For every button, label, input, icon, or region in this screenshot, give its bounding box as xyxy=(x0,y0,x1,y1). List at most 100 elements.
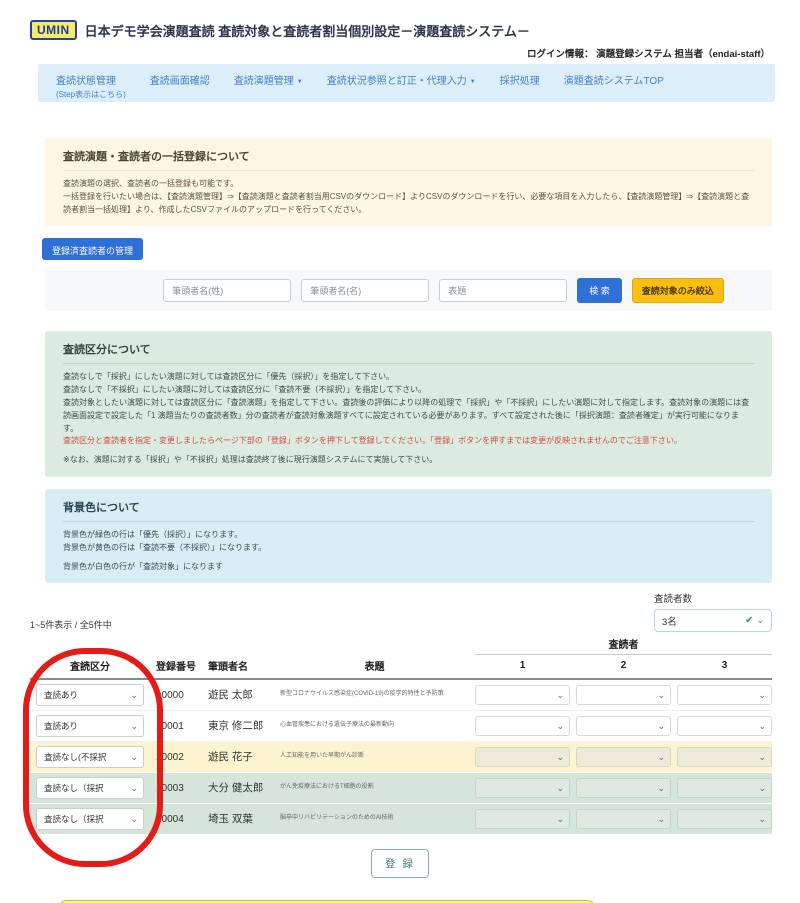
reviewer1-select[interactable]: ⌄ xyxy=(475,685,570,705)
reviewer1-select[interactable]: ⌄ xyxy=(475,716,570,736)
reviewer3-select[interactable]: ⌄ xyxy=(677,747,772,767)
chevron-down-icon: ⌄ xyxy=(130,784,138,793)
nav-item-review-status[interactable]: 査読状態管理 (Step表示はこちら) xyxy=(56,72,126,100)
meta-row: 1~5件表示 / 全5件中 査読者数 3名 ✔ ⌄ xyxy=(30,591,772,632)
topic-title: 心血管疾患における遺伝子療法の最新動向 xyxy=(280,722,469,730)
divider xyxy=(63,521,754,522)
filter-review-targets-button[interactable]: 査読対象のみ絞込 xyxy=(632,278,724,303)
chevron-down-icon: ⌄ xyxy=(556,784,564,793)
manage-registered-reviewers-button[interactable]: 登録済査読者の管理 xyxy=(42,238,143,260)
reviewers-group-header: 査読者 xyxy=(475,636,772,655)
bgcolor-box-title: 背景色について xyxy=(63,499,754,515)
table-header-row: 査読区分 登録番号 筆頭者名 表題 1 2 3 xyxy=(30,654,772,680)
registration-number: 10002 xyxy=(156,752,202,763)
reviewer-count-label: 査読者数 xyxy=(654,591,692,605)
caret-down-icon: ▼ xyxy=(470,79,476,85)
table-row: 査読なし（採択 ⌄ 10003 大分 健太郎 がん免疫療法におけるT細胞の役割 … xyxy=(30,773,772,804)
col-header-reviewer2: 2 xyxy=(576,660,671,671)
search-button[interactable]: 検 索 xyxy=(577,278,622,303)
nav-item-label: 査読状況参照と訂正・代理入力 xyxy=(327,76,467,87)
divider xyxy=(63,363,754,364)
bgcolor-box-line2: 背景色が黄色の行は「査読不要（不採択）」になります。 xyxy=(63,542,754,555)
chevron-down-icon: ⌄ xyxy=(758,722,766,731)
chevron-down-icon: ⌄ xyxy=(657,784,665,793)
col-header-author: 筆頭者名 xyxy=(208,658,274,673)
chevron-down-icon: ⌄ xyxy=(556,753,564,762)
reviewer2-select[interactable]: ⌄ xyxy=(576,809,671,829)
reviewer1-select[interactable]: ⌄ xyxy=(475,778,570,798)
review-category-select[interactable]: 査読なし(不採択 ⌄ xyxy=(36,746,144,768)
review-category-select[interactable]: 査読なし（採択 ⌄ xyxy=(36,808,144,830)
reviewer-count-select[interactable]: 3名 ✔ ⌄ xyxy=(654,609,772,632)
chevron-down-icon: ⌄ xyxy=(758,815,766,824)
first-author-name: 遊民 太郎 xyxy=(208,688,264,702)
nav-item-label: 査読状態管理 xyxy=(56,72,126,87)
pagination-info: 1~5件表示 / 全5件中 xyxy=(30,618,112,632)
nav-item-sublabel[interactable]: (Step表示はこちら) xyxy=(56,89,126,100)
reviewer2-select[interactable]: ⌄ xyxy=(576,716,671,736)
category-box-line3: 査読対象としたい演題に対しては査読区分に「査読演題」を指定して下さい。査読後の評… xyxy=(63,397,754,435)
chevron-down-icon: ⌄ xyxy=(756,616,764,625)
title-search-input[interactable] xyxy=(439,279,567,302)
chevron-down-icon: ⌄ xyxy=(758,691,766,700)
author-last-name-input[interactable] xyxy=(163,279,291,302)
nav-item-review-topic-management[interactable]: 査読演題管理▼ xyxy=(234,72,303,87)
table-row: 査読あり ⌄ 10000 遊民 太郎 新型コロナウイルス感染症(COVID-19… xyxy=(30,680,772,711)
category-box-note: ※なお、演題に対する「採択」や「不採択」処理は査読終了後に現行演題システムにて実… xyxy=(63,454,754,467)
chevron-down-icon: ⌄ xyxy=(657,815,665,824)
reviewer-count-control: 査読者数 3名 ✔ ⌄ xyxy=(654,591,772,632)
category-box-warning: 査読区分と査読者を指定・変更しましたらページ下部の「登録」ボタンを押下して登録し… xyxy=(63,435,754,448)
nav-item-acceptance-processing[interactable]: 採択処理 xyxy=(500,72,540,87)
review-category-value: 査読なし（採択 xyxy=(44,813,104,825)
col-header-number: 登録番号 xyxy=(156,658,202,673)
chevron-down-icon: ⌄ xyxy=(556,691,564,700)
reviewer3-select[interactable]: ⌄ xyxy=(677,778,772,798)
chevron-down-icon: ⌄ xyxy=(758,784,766,793)
review-category-select[interactable]: 査読あり ⌄ xyxy=(36,715,144,737)
review-category-select[interactable]: 査読あり ⌄ xyxy=(36,684,144,706)
registration-number: 10001 xyxy=(156,721,202,732)
register-button[interactable]: 登 録 xyxy=(371,849,429,878)
table-group-header: 査読者 xyxy=(30,636,772,654)
chevron-down-icon: ⌄ xyxy=(556,722,564,731)
col-header-reviewer1: 1 xyxy=(475,660,570,671)
reviewer3-select[interactable]: ⌄ xyxy=(677,685,772,705)
category-box-title: 査読区分について xyxy=(63,341,754,357)
bulk-box-title: 査読演題・査読者の一括登録について xyxy=(63,148,754,164)
header: UMIN 日本デモ学会演題査読 査読対象と査読者割当個別設定－演題査読システム－ xyxy=(0,0,800,40)
reviewer2-select[interactable]: ⌄ xyxy=(576,685,671,705)
review-category-select[interactable]: 査読なし（採択 ⌄ xyxy=(36,777,144,799)
registration-number: 10003 xyxy=(156,783,202,794)
chevron-down-icon: ⌄ xyxy=(130,722,138,731)
reviewer1-select[interactable]: ⌄ xyxy=(475,747,570,767)
chevron-down-icon: ⌄ xyxy=(657,691,665,700)
login-info: ログイン情報： 演題登録システム 担当者（endai-staff） xyxy=(0,40,800,58)
umin-logo: UMIN xyxy=(30,20,77,40)
chevron-down-icon: ⌄ xyxy=(130,691,138,700)
bgcolor-box-line3: 背景色が白色の行が「査読対象」になります xyxy=(63,561,754,574)
first-author-name: 遊民 花子 xyxy=(208,750,264,764)
chevron-down-icon: ⌄ xyxy=(130,815,138,824)
main-nav: 査読状態管理 (Step表示はこちら) 査読画面確認 査読演題管理▼ 査読状況参… xyxy=(38,64,775,102)
reviewer1-select[interactable]: ⌄ xyxy=(475,809,570,829)
reviewer3-select[interactable]: ⌄ xyxy=(677,716,772,736)
topics-table: 査読者 査読区分 登録番号 筆頭者名 表題 1 2 3 査読あり ⌄ 10000… xyxy=(30,636,772,835)
reviewer3-select[interactable]: ⌄ xyxy=(677,809,772,829)
nav-item-review-status-proxy-input[interactable]: 査読状況参照と訂正・代理入力▼ xyxy=(327,72,476,87)
reviewer2-select[interactable]: ⌄ xyxy=(576,747,671,767)
category-box-line1: 査読なしで「採択」にしたい演題に対しては査読区分に「優先（採択）」を指定して下さ… xyxy=(63,371,754,384)
nav-item-system-top[interactable]: 演題査読システムTOP xyxy=(564,72,664,87)
col-header-category: 査読区分 xyxy=(30,658,150,673)
nav-item-review-screen-check[interactable]: 査読画面確認 xyxy=(150,72,210,87)
author-first-name-input[interactable] xyxy=(301,279,429,302)
review-category-value: 査読なし（採択 xyxy=(44,782,104,794)
bulk-box-line1: 査読演題の選択、査読者の一括登録も可能です。 xyxy=(63,178,754,191)
chevron-down-icon: ⌄ xyxy=(130,753,138,762)
register-button-area: 登 録 xyxy=(0,849,800,878)
reviewer2-select[interactable]: ⌄ xyxy=(576,778,671,798)
bulk-box-line2: 一括登録を行いたい場合は、【査読演題管理】⇒【査読演題と査読者割当用CSVのダウ… xyxy=(63,191,754,217)
col-header-reviewer3: 3 xyxy=(677,660,772,671)
review-category-info-box: 査読区分について 査読なしで「採択」にしたい演題に対しては査読区分に「優先（採択… xyxy=(45,331,772,477)
table-row: 査読あり ⌄ 10001 東京 修二郎 心血管疾患における遺伝子療法の最新動向 … xyxy=(30,711,772,742)
chevron-down-icon: ⌄ xyxy=(657,722,665,731)
